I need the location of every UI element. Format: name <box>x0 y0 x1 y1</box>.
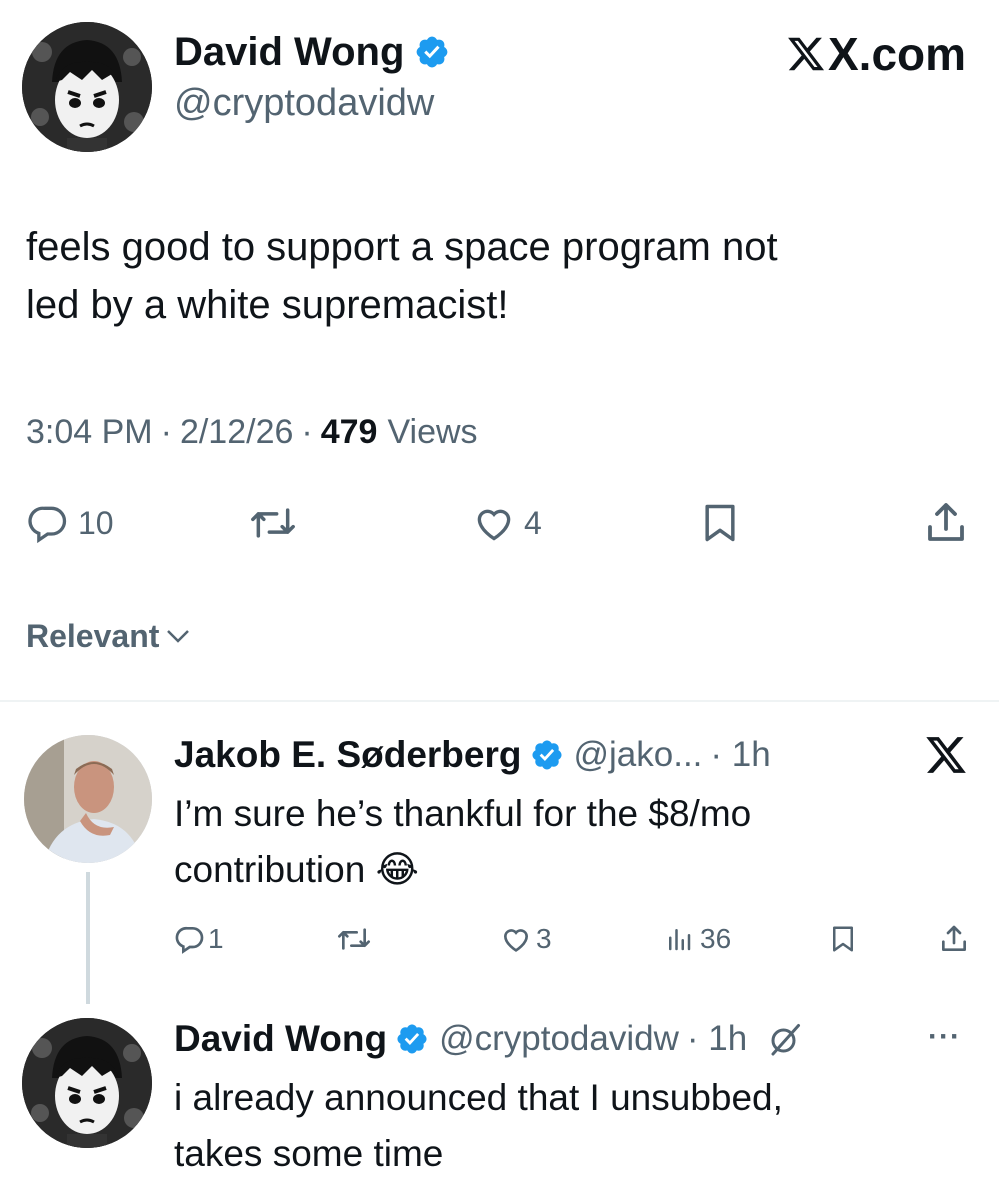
bookmark-icon <box>828 922 858 956</box>
site-label: X.com <box>828 28 967 80</box>
sort-label: Relevant <box>26 617 160 654</box>
like-icon <box>472 501 516 545</box>
reply-count: 10 <box>78 504 114 541</box>
reply1-repost-button[interactable] <box>334 920 374 958</box>
reply2-text: i already announced that I unsubbed, tak… <box>174 1070 984 1182</box>
reply-icon <box>26 501 70 545</box>
cartoon-face-icon <box>22 1018 152 1148</box>
tweet-text-line-2: led by a white supremacist! <box>26 283 509 327</box>
author-name[interactable]: David Wong <box>174 30 404 75</box>
author-avatar[interactable] <box>22 22 152 152</box>
verified-badge-icon <box>395 1022 429 1056</box>
reply1-reply-button[interactable]: 1 <box>174 920 224 958</box>
reply1-like-button[interactable]: 3 <box>500 920 552 958</box>
meta-separator: · <box>301 412 313 451</box>
share-button[interactable] <box>922 500 970 546</box>
reply1-views-button[interactable]: 36 <box>664 920 731 958</box>
reply1-views-count: 36 <box>700 923 732 954</box>
reply-button[interactable]: 10 <box>26 500 114 546</box>
thread-line <box>86 872 90 1004</box>
sort-selector[interactable]: Relevant <box>26 614 193 658</box>
reply2-text-line-1: i already announced that I unsubbed, <box>174 1077 783 1118</box>
reply-icon <box>174 923 206 955</box>
reply2-handle[interactable]: @cryptodavidw <box>439 1019 679 1059</box>
chevron-down-icon <box>163 621 193 651</box>
x-com-label: X.com <box>786 26 966 82</box>
reply2-avatar[interactable] <box>22 1018 152 1148</box>
like-icon <box>500 923 532 955</box>
reply1-reply-count: 1 <box>208 923 224 954</box>
reply1-handle[interactable]: @jako... <box>574 735 703 775</box>
reply2-text-line-2: takes some time <box>174 1133 444 1174</box>
verified-badge-icon <box>414 34 450 70</box>
repost-button[interactable] <box>244 500 302 546</box>
tweet-text: feels good to support a space program no… <box>26 218 986 334</box>
reply2-time[interactable]: · 1h <box>687 1019 747 1059</box>
like-button[interactable]: 4 <box>472 500 542 546</box>
reply1-avatar[interactable] <box>24 735 152 863</box>
share-icon <box>938 922 970 956</box>
reply1-like-count: 3 <box>536 923 552 954</box>
tweet-meta: 3:04 PM · 2/12/26 · 479 Views <box>26 410 478 454</box>
tweet-date: 2/12/26 <box>179 412 294 451</box>
share-icon <box>922 499 970 547</box>
views-icon <box>664 924 694 954</box>
views-label[interactable]: Views <box>387 413 477 452</box>
bookmark-icon <box>698 499 742 547</box>
like-count: 4 <box>524 504 542 541</box>
reply1-text-line-2: contribution 😂 <box>174 849 419 890</box>
reply1-name[interactable]: Jakob E. Søderberg <box>174 734 522 776</box>
tweet-time: 3:04 PM <box>26 412 153 451</box>
repost-icon <box>244 501 302 545</box>
reply1-bookmark-button[interactable] <box>828 920 858 958</box>
tweet-text-line-1: feels good to support a space program no… <box>26 225 778 269</box>
views-count[interactable]: 479 <box>321 413 378 452</box>
reply1-time[interactable]: · 1h <box>710 735 770 775</box>
reply1-share-button[interactable] <box>938 920 970 958</box>
grok-slash-icon[interactable] <box>767 1021 803 1057</box>
more-icon[interactable]: ··· <box>928 1020 961 1054</box>
cartoon-face-icon <box>22 22 152 152</box>
section-divider <box>0 700 999 702</box>
x-logo-icon <box>920 733 972 777</box>
verified-badge-icon <box>530 738 564 772</box>
reply2-name[interactable]: David Wong <box>174 1018 387 1060</box>
author-handle[interactable]: @cryptodavidw <box>174 82 434 125</box>
bookmark-button[interactable] <box>698 500 742 546</box>
repost-icon <box>334 923 374 955</box>
meta-separator: · <box>160 412 172 451</box>
reply1-text: I’m sure he’s thankful for the $8/mo con… <box>174 786 974 898</box>
person-photo-icon <box>24 735 152 863</box>
reply1-text-line-1: I’m sure he’s thankful for the $8/mo <box>174 793 752 834</box>
